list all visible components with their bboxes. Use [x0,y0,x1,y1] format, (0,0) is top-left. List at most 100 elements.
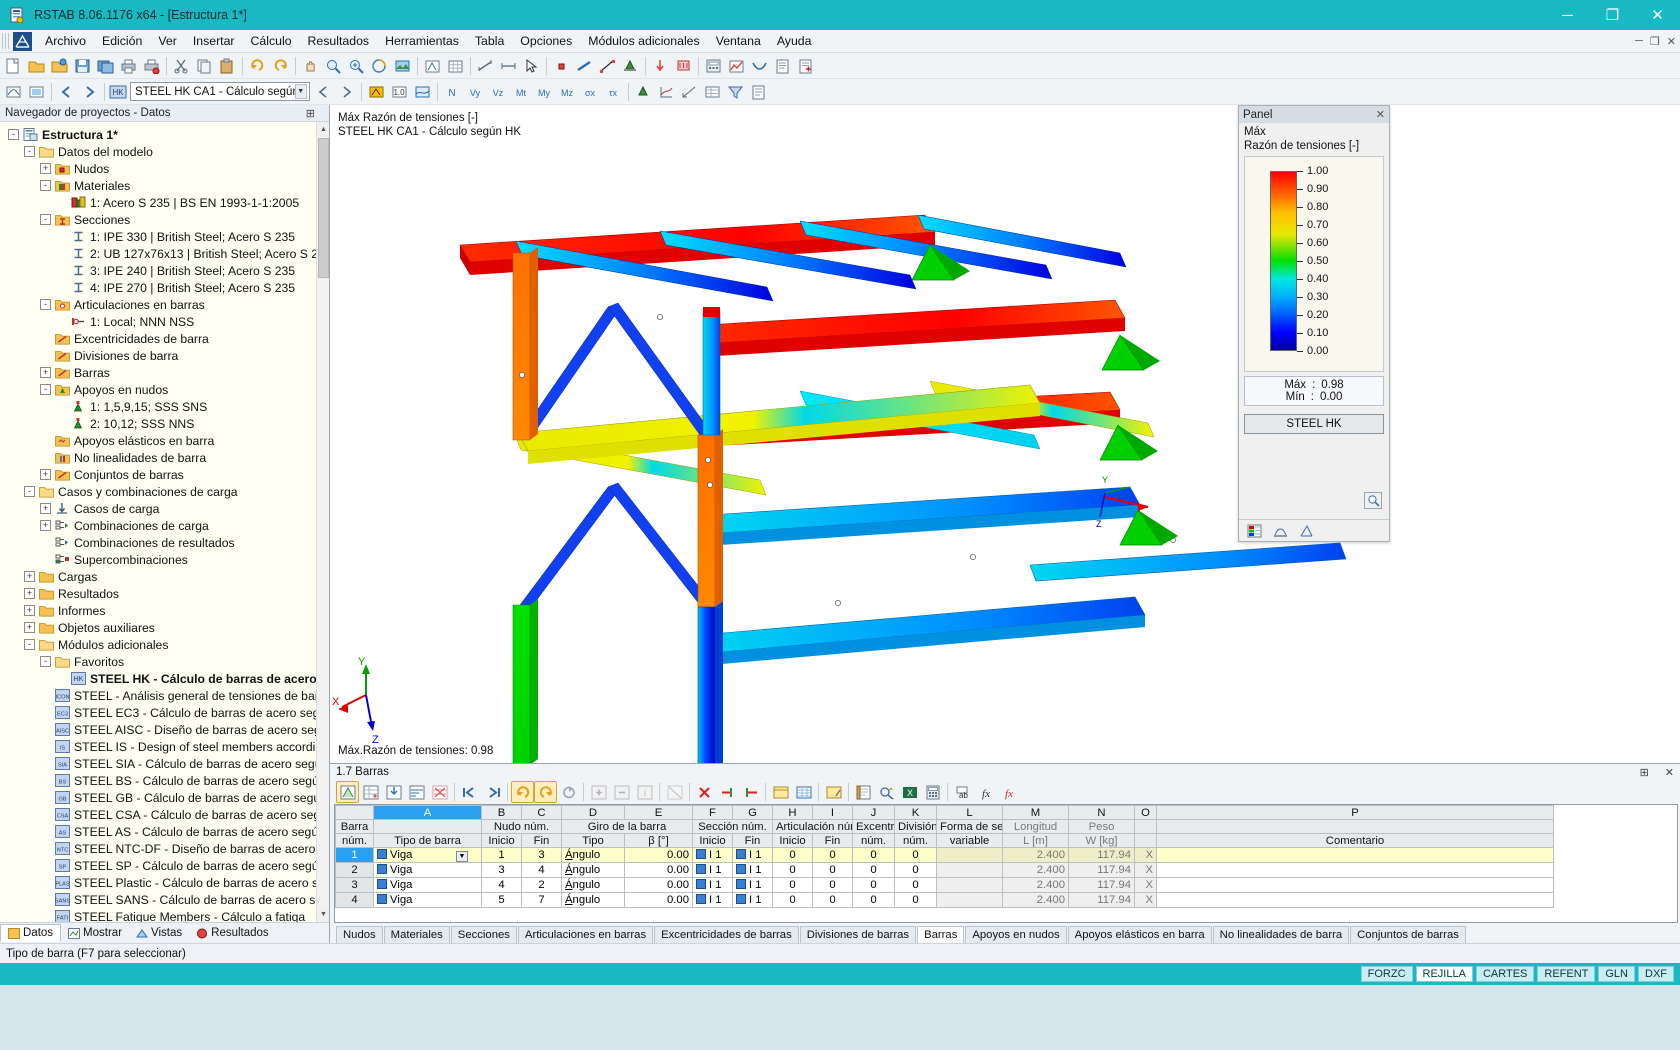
row-number[interactable]: 2 [335,862,374,878]
tree-node-steel-is-design-of-steel-members-acc[interactable]: IS STEEL IS - Design of steel members acc… [0,738,329,755]
mode-button-gln[interactable]: GLN [1598,966,1635,982]
tree-node-nudos[interactable]: + Nudos [0,160,329,177]
model-viewport[interactable]: Máx Razón de tensiones [-] STEEL HK CA1 … [330,105,1680,763]
mode-button-forzc[interactable]: FORZC [1360,966,1413,982]
table-refresh-icon[interactable] [557,781,580,803]
cell-eccentricity[interactable]: 0 [852,862,895,878]
cell-hinge-end[interactable]: 0 [812,847,853,863]
section-mt-icon[interactable]: Mt [510,81,533,103]
table-tab-divisiones-de-barras[interactable]: Divisiones de barras [799,926,917,943]
cell-weight[interactable]: 117.94 [1068,847,1135,863]
menu-item-ayuda[interactable]: Ayuda [769,31,820,51]
rename-icon[interactable]: ab [951,781,974,803]
cell-hinge-end[interactable]: 0 [812,862,853,878]
menu-item-m-dulos-adicionales[interactable]: Módulos adicionales [580,31,707,51]
close-icon[interactable]: ✕ [1376,108,1385,121]
table-view-grid-icon[interactable] [792,781,815,803]
cell-weight[interactable]: 117.94 [1068,877,1135,893]
section-sigma-icon[interactable]: σx [579,81,602,103]
menu-item-herramientas[interactable]: Herramientas [377,31,467,51]
chevron-down-icon[interactable]: ▼ [294,84,307,99]
row-number[interactable]: 1 [335,847,374,863]
cell-weight[interactable]: 117.94 [1068,862,1135,878]
show-values-icon[interactable]: 1.0 [388,81,411,103]
table-toolbar[interactable]: i X ab fx fx [330,780,1680,804]
combo-next-icon[interactable] [78,81,101,103]
tree-node-2-10-12-sss-nns[interactable]: 2: 10,12; SSS NNS [0,415,329,432]
tree-node-steel-sia-c-lculo-de-barras-de-acero[interactable]: SIA STEEL SIA - Cálculo de barras de acer… [0,755,329,772]
cell-section-start[interactable]: I 1 [692,862,733,878]
cell-section-end[interactable]: I 1 [732,877,773,893]
tree-node-materiales[interactable]: - Materiales [0,177,329,194]
table-new-row-icon[interactable] [359,781,382,803]
column-header-N[interactable]: N [1068,805,1135,820]
table-sort-icon[interactable] [405,781,428,803]
navigator-tab-mostrar[interactable]: Mostrar [61,925,129,941]
pin-icon[interactable]: ⊞ [1640,766,1649,779]
tree-node-steel-an-lisis-general-de-tensiones-[interactable]: ICON STEEL - Análisis general de tensione… [0,687,329,704]
save-all-icon[interactable] [94,55,117,77]
cell-node-start[interactable]: 1 [481,847,522,863]
tree-expander[interactable]: + [24,571,35,582]
mdi-restore[interactable]: ❐ [1650,35,1660,48]
tree-node-casos-y-combinaciones-de-carga[interactable]: - Casos y combinaciones de carga [0,483,329,500]
cell-hinge-start[interactable]: 0 [772,877,813,893]
tree-expander[interactable]: + [40,503,51,514]
printout-add-icon[interactable] [794,55,817,77]
tree-node-steel-sp-c-lculo-de-barras-de-acero-[interactable]: SP STEEL SP - Cálculo de barras de acero … [0,857,329,874]
cell-hinge-end[interactable]: 0 [812,877,853,893]
show-deformation-icon[interactable] [2,81,25,103]
mdi-minimize[interactable]: ─ [1635,35,1643,48]
cell-o[interactable]: X [1134,862,1157,878]
cell-node-start[interactable]: 3 [481,862,522,878]
table-row[interactable]: 1 Viga ▼ 1 3 Ángulo 0.00 I 1I 1 0 0 0 0 2.400 117.94 X [335,847,1554,863]
cell-member-type[interactable]: Viga ▼ [373,847,482,863]
panel-footer[interactable] [1239,519,1389,541]
section-vy-icon[interactable]: Vy [464,81,487,103]
cell-eccentricity[interactable]: 0 [852,847,895,863]
table-delete-right-icon[interactable] [739,781,762,803]
members-grid[interactable]: ABCDEFGHIJKLMNOP Barra Nudo núm. Giro de l… [334,804,1678,923]
table-add-icon[interactable] [587,781,610,803]
tree-node-no-linealidades-de-barra[interactable]: No linealidades de barra [0,449,329,466]
cell-section-end[interactable]: I 1 [732,847,773,863]
navigator-tab-vistas[interactable]: Vistas [129,925,189,941]
column-header-D[interactable]: D [561,805,625,820]
cell-o[interactable]: X [1134,847,1157,863]
table-undo-icon[interactable] [511,781,534,803]
table-prev-icon[interactable] [458,781,481,803]
tree-node-secciones[interactable]: - Secciones [0,211,329,228]
table-tab-no-linealidades-de-barra[interactable]: No linealidades de barra [1212,926,1350,943]
scroll-thumb[interactable] [318,138,329,278]
table-settings-icon[interactable] [852,781,875,803]
node-icon[interactable] [550,55,573,77]
tree-node-1-acero-s-235-bs-en-1993-1-1-2005[interactable]: 1: Acero S 235 | BS EN 1993-1-1:2005 [0,194,329,211]
tree-node-casos-de-carga[interactable]: + Casos de carga [0,500,329,517]
select-object-icon[interactable] [520,55,543,77]
column-header-A[interactable]: A [373,805,482,820]
column-header-I[interactable]: I [812,805,853,820]
result-table-icon[interactable] [701,81,724,103]
table-tab-nudos[interactable]: Nudos [336,926,383,943]
cell-length[interactable]: 2.400 [1002,862,1069,878]
table-row[interactable]: 4 Viga 5 7 Ángulo 0.00 I 1I 1 0 0 0 0 2.400 117.94 X [335,892,1554,908]
section-icon[interactable] [1295,520,1318,542]
show-axial-icon[interactable] [25,81,48,103]
results-panel[interactable]: Panel ✕ Máx Razón de tensiones [-] 1.00 0… [1238,105,1390,542]
magnifier-icon[interactable] [1364,492,1382,509]
menu-item-tabla[interactable]: Tabla [467,31,512,51]
results-toolbar[interactable]: HK STEEL HK CA1 - Cálculo según HK ▼ 1.0… [0,79,1680,105]
section-my-icon[interactable]: My [533,81,556,103]
menu-item-edici-n[interactable]: Edición [94,31,150,51]
cell-section-end[interactable]: I 1 [732,862,773,878]
table-format-icon[interactable] [822,781,845,803]
zoom-all-icon[interactable] [345,55,368,77]
tree-expander[interactable]: - [40,384,51,395]
cut-icon[interactable] [170,55,193,77]
cell-beta[interactable]: 0.00 [624,862,693,878]
cell-node-start[interactable]: 5 [481,892,522,908]
table-tab-materiales[interactable]: Materiales [383,926,450,943]
render-icon[interactable] [391,55,414,77]
scroll-up-icon[interactable]: ▲ [317,122,329,137]
mdi-window-controls[interactable]: ─ ❐ ✕ [1635,35,1676,48]
